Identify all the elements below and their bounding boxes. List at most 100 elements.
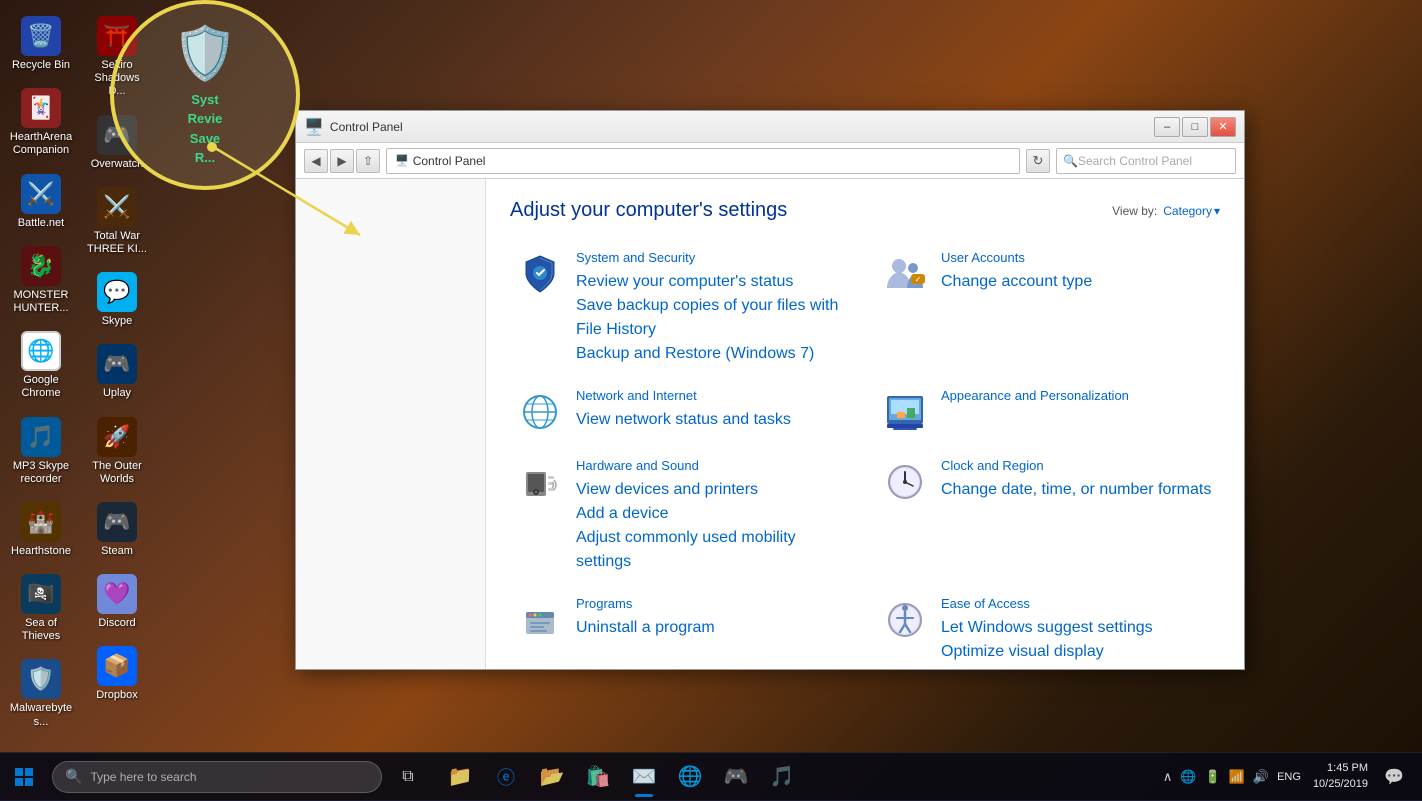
- taskbar-app8[interactable]: 🎵: [760, 755, 804, 799]
- outer-worlds-icon: 🚀: [97, 417, 137, 457]
- taskbar-file-explorer[interactable]: 📁: [438, 755, 482, 799]
- skype-label: Skype: [102, 315, 133, 328]
- ease-of-access-name[interactable]: Ease of Access: [941, 596, 1214, 613]
- taskbar-store[interactable]: 🛍️: [576, 755, 620, 799]
- ease-sub2[interactable]: Optimize visual display: [941, 640, 1214, 664]
- search-icon: 🔍: [1063, 154, 1078, 168]
- system-clock[interactable]: 1:45 PM 10/25/2019: [1309, 761, 1372, 792]
- category-appearance[interactable]: Appearance and Personalization: [875, 380, 1220, 444]
- taskbar-file-manager[interactable]: 📂: [530, 755, 574, 799]
- mhw-label: MONSTER HUNTER...: [9, 289, 73, 315]
- user-accounts-sub1[interactable]: Change account type: [941, 270, 1214, 294]
- system-security-sub3[interactable]: Backup and Restore (Windows 7): [576, 342, 849, 366]
- network-internet-name[interactable]: Network and Internet: [576, 388, 849, 405]
- category-ease-of-access[interactable]: Ease of Access Let Windows suggest setti…: [875, 588, 1220, 669]
- task-view-button[interactable]: ⧉: [386, 755, 430, 799]
- user-accounts-name[interactable]: User Accounts: [941, 250, 1214, 267]
- hardware-sub1[interactable]: View devices and printers: [576, 478, 849, 502]
- desktop-icon-battlenet[interactable]: ⚔️ Battle.net: [5, 168, 77, 236]
- notification-button[interactable]: 💬: [1378, 761, 1410, 793]
- desktop-icon-recycle-bin[interactable]: 🗑️ Recycle Bin: [5, 10, 77, 78]
- appearance-name[interactable]: Appearance and Personalization: [941, 388, 1214, 405]
- view-by-label: View by:: [1112, 204, 1157, 218]
- desktop-icon-discord[interactable]: 💜 Discord: [81, 568, 153, 636]
- zoom-text: SystRevieSaveR...: [188, 90, 223, 168]
- programs-icon: [516, 596, 564, 644]
- desktop-icon-total-war[interactable]: ⚔️ Total War THREE KI...: [81, 181, 153, 262]
- mp3skype-icon: 🎵: [21, 417, 61, 457]
- desktop-icon-heartharena[interactable]: 🃏 HearthArena Companion: [5, 82, 77, 163]
- system-security-sub2[interactable]: Save backup copies of your files with Fi…: [576, 294, 849, 342]
- file-manager-icon: 📂: [540, 764, 565, 789]
- system-security-icon: [516, 250, 564, 298]
- desktop-icon-mhw[interactable]: 🐉 MONSTER HUNTER...: [5, 240, 77, 321]
- address-path[interactable]: 🖥️ Control Panel: [386, 148, 1020, 174]
- ease-sub1[interactable]: Let Windows suggest settings: [941, 616, 1214, 640]
- left-navigation: [296, 179, 486, 669]
- title-bar: 🖥️ Control Panel – □ ✕: [296, 111, 1244, 143]
- tray-language[interactable]: ENG: [1275, 769, 1303, 785]
- tray-volume-icon[interactable]: 🔊: [1251, 767, 1271, 787]
- taskbar-mail[interactable]: ✉️: [622, 755, 666, 799]
- tray-wifi-icon[interactable]: 📶: [1227, 767, 1247, 787]
- appearance-icon: [881, 388, 929, 436]
- desktop-icon-mp3skype[interactable]: 🎵 MP3 Skype recorder: [5, 411, 77, 492]
- view-by-dropdown[interactable]: Category ▾: [1163, 204, 1220, 218]
- uplay-label: Uplay: [103, 387, 131, 400]
- desktop-icon-steam[interactable]: 🎮 Steam: [81, 496, 153, 564]
- programs-sub1[interactable]: Uninstall a program: [576, 616, 849, 640]
- system-security-name[interactable]: System and Security: [576, 250, 849, 267]
- programs-name[interactable]: Programs: [576, 596, 849, 613]
- desktop-icon-uplay[interactable]: 🎮 Uplay: [81, 338, 153, 406]
- desktop-icon-chrome[interactable]: 🌐 Google Chrome: [5, 325, 77, 406]
- network-sub1[interactable]: View network status and tasks: [576, 408, 849, 432]
- tray-up-arrow-icon[interactable]: ∧: [1161, 767, 1175, 787]
- desktop-icon-outer-worlds[interactable]: 🚀 The Outer Worlds: [81, 411, 153, 492]
- hardware-sub2[interactable]: Add a device: [576, 502, 849, 526]
- user-accounts-text: User Accounts Change account type: [941, 250, 1214, 294]
- desktop-icon-hearthstone[interactable]: 🏰 Hearthstone: [5, 496, 77, 564]
- search-box[interactable]: 🔍 Search Control Panel: [1056, 148, 1236, 174]
- taskbar-search-bar[interactable]: 🔍 Type here to search: [52, 761, 382, 793]
- refresh-button[interactable]: ↻: [1026, 149, 1050, 173]
- xbox-icon: 🎮: [724, 764, 749, 789]
- chevron-down-icon: ▾: [1214, 204, 1220, 218]
- category-clock-region[interactable]: Clock and Region Change date, time, or n…: [875, 450, 1220, 582]
- category-system-security[interactable]: System and Security Review your computer…: [510, 242, 855, 374]
- recycle-bin-icon: 🗑️: [21, 16, 61, 56]
- system-security-sub1[interactable]: Review your computer's status: [576, 270, 849, 294]
- hardware-sub3[interactable]: Adjust commonly used mobility settings: [576, 526, 849, 574]
- category-user-accounts[interactable]: ✓ User Accounts Change account type: [875, 242, 1220, 374]
- desktop-icon-malwarebytes[interactable]: 🛡️ Malwarebytes...: [5, 653, 77, 734]
- clock-sub1[interactable]: Change date, time, or number formats: [941, 478, 1214, 502]
- forward-button[interactable]: ▶: [330, 149, 354, 173]
- edge-icon: ⓔ: [497, 764, 515, 790]
- taskbar-edge[interactable]: ⓔ: [484, 755, 528, 799]
- desktop-icon-dropbox[interactable]: 📦 Dropbox: [81, 640, 153, 708]
- tray-battery-icon[interactable]: 🔋: [1203, 767, 1223, 787]
- content-area: Adjust your computer's settings View by:…: [296, 179, 1244, 669]
- search-placeholder: Search Control Panel: [1078, 154, 1192, 168]
- up-button[interactable]: ⇧: [356, 149, 380, 173]
- tray-network-icon[interactable]: 🌐: [1178, 767, 1198, 787]
- close-button[interactable]: ✕: [1210, 117, 1236, 137]
- user-accounts-icon: ✓: [881, 250, 929, 298]
- start-button[interactable]: [0, 753, 48, 801]
- hardware-sound-name[interactable]: Hardware and Sound: [576, 458, 849, 475]
- uplay-icon: 🎮: [97, 344, 137, 384]
- desktop-icon-skype[interactable]: 💬 Skype: [81, 266, 153, 334]
- view-by-value: Category: [1163, 204, 1212, 218]
- back-button[interactable]: ◀: [304, 149, 328, 173]
- minimize-button[interactable]: –: [1154, 117, 1180, 137]
- taskbar-xbox-btn[interactable]: 🎮: [714, 755, 758, 799]
- category-hardware-sound[interactable]: Hardware and Sound View devices and prin…: [510, 450, 855, 582]
- category-network-internet[interactable]: Network and Internet View network status…: [510, 380, 855, 444]
- page-title: Adjust your computer's settings: [510, 199, 787, 222]
- clock-region-name[interactable]: Clock and Region: [941, 458, 1214, 475]
- maximize-button[interactable]: □: [1182, 117, 1208, 137]
- control-panel-icon: 🖥️: [304, 117, 324, 137]
- taskbar-chrome-btn[interactable]: 🌐: [668, 755, 712, 799]
- category-programs[interactable]: Programs Uninstall a program: [510, 588, 855, 669]
- desktop-icon-sea-of-thieves[interactable]: 🏴‍☠️ Sea of Thieves: [5, 568, 77, 649]
- tray-icons: ∧ 🌐 🔋 📶 🔊 ENG: [1161, 767, 1303, 787]
